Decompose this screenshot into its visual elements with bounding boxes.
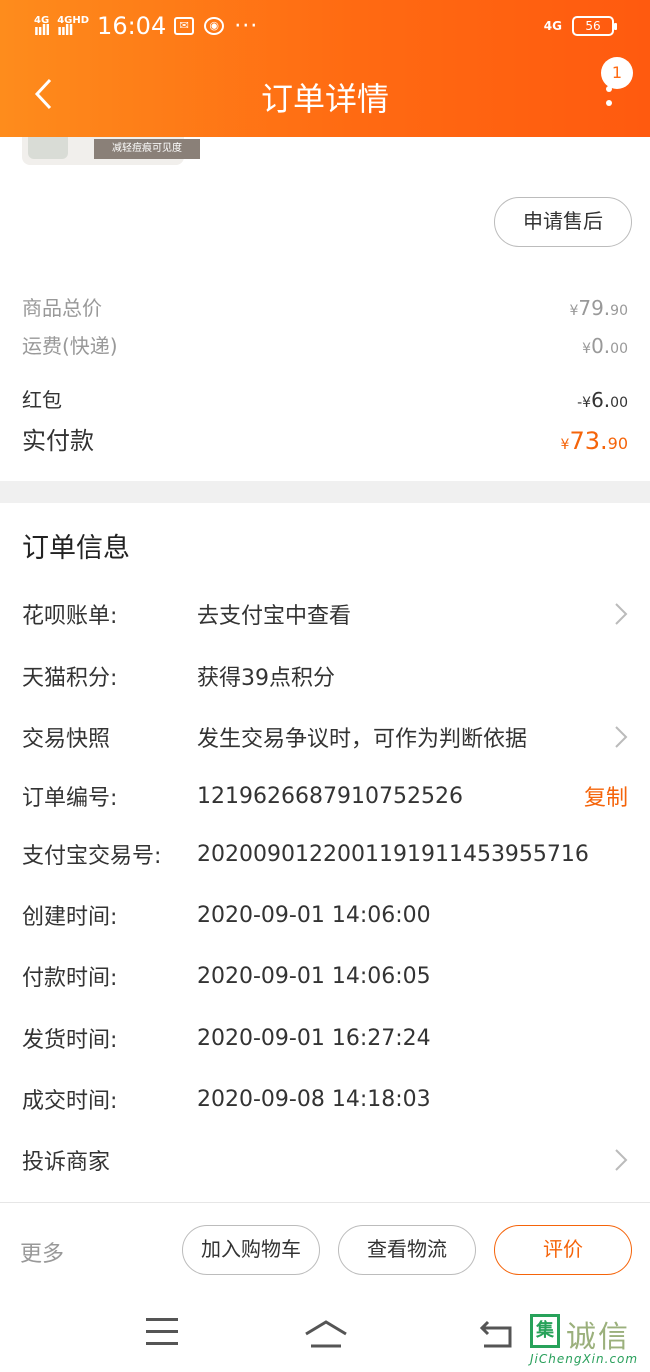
- more-notifications-icon: ···: [234, 13, 259, 39]
- return-icon[interactable]: [478, 1318, 514, 1350]
- menu-icon[interactable]: [146, 1318, 180, 1348]
- deal-time-row: 成交时间: 2020-09-08 14:18:03: [22, 1079, 628, 1119]
- signal-icon: 4G ııll: [34, 15, 50, 39]
- red-packet-value: -¥6.00: [577, 388, 628, 412]
- app-notification-icon: ◉: [204, 17, 225, 35]
- product-thumbnail[interactable]: 减轻痘痕可见度: [22, 137, 200, 165]
- status-bar: 4G ııll 4GHD ııll 16:04 ✉ ◉ ··· 4G 56: [34, 10, 617, 42]
- message-badge: 1: [601, 57, 633, 89]
- product-image: [28, 137, 68, 159]
- signal-hd-icon: 4GHD ııll: [57, 15, 90, 39]
- shipped-time-row: 发货时间: 2020-09-01 16:27:24: [22, 1018, 628, 1058]
- app-header: 4G ııll 4GHD ııll 16:04 ✉ ◉ ··· 4G 56 订单详情…: [0, 0, 650, 137]
- chevron-right-icon: [614, 1148, 628, 1172]
- add-to-cart-button[interactable]: 加入购物车: [182, 1225, 320, 1275]
- red-packet-label: 红包: [22, 388, 62, 412]
- red-packet-row: 红包 -¥6.00: [22, 384, 628, 413]
- home-icon[interactable]: [303, 1318, 349, 1350]
- trade-snapshot-row[interactable]: 交易快照 发生交易争议时，可作为判断依据: [22, 717, 628, 757]
- product-tag: 减轻痘痕可见度: [94, 139, 200, 159]
- shipping-value: ¥0.00: [582, 334, 628, 358]
- row-key: 订单编号:: [22, 786, 118, 811]
- shipping-row: 运费(快递) ¥0.00: [22, 330, 628, 359]
- paid-value: ¥73.90: [560, 427, 628, 455]
- paid-label: 实付款: [22, 427, 94, 455]
- mail-icon: ✉: [174, 17, 195, 35]
- row-key: 支付宝交易号:: [22, 844, 162, 869]
- order-info-title: 订单信息: [22, 533, 130, 564]
- alipay-trade-no-row: 支付宝交易号: 2020090122001191911453955716: [22, 834, 628, 874]
- more-button[interactable]: 更多: [20, 1236, 64, 1268]
- goods-total-row: 商品总价 ¥79.90: [22, 292, 628, 321]
- evaluate-button[interactable]: 评价: [494, 1225, 632, 1275]
- row-key: 天猫积分:: [22, 666, 118, 691]
- goods-total-label: 商品总价: [22, 296, 102, 320]
- chevron-right-icon: [614, 602, 628, 626]
- created-time-row: 创建时间: 2020-09-01 14:06:00: [22, 895, 628, 935]
- row-key: 创建时间:: [22, 905, 118, 930]
- view-logistics-button[interactable]: 查看物流: [338, 1225, 476, 1275]
- row-value: 2020-09-01 14:06:00: [197, 902, 431, 928]
- status-time: 16:04: [97, 12, 167, 40]
- row-value: 2020-09-01 16:27:24: [197, 1025, 431, 1051]
- row-value: 2020-09-01 14:06:05: [197, 963, 431, 989]
- section-separator: [0, 481, 650, 503]
- order-number-value: 1219626687910752526: [197, 783, 463, 809]
- page-title: 订单详情: [260, 80, 389, 118]
- row-key: 付款时间:: [22, 966, 118, 991]
- copy-button[interactable]: 复制: [584, 780, 628, 812]
- tmall-points-row: 天猫积分: 获得39点积分: [22, 656, 628, 696]
- paid-amount-row: 实付款 ¥73.90: [22, 421, 628, 456]
- complain-seller-row[interactable]: 投诉商家: [22, 1140, 628, 1180]
- row-key: 发货时间:: [22, 1028, 118, 1053]
- row-key: 花呗账单:: [22, 604, 118, 629]
- row-value: 去支付宝中查看: [197, 604, 352, 629]
- bottom-divider: [0, 1202, 650, 1203]
- shipping-label: 运费(快递): [22, 334, 118, 358]
- network-4g-icon: 4G: [543, 19, 562, 33]
- watermark-logo: 集 诚信 JiChengXin.com: [530, 1306, 640, 1366]
- row-key: 投诉商家: [22, 1150, 111, 1175]
- paid-time-row: 付款时间: 2020-09-01 14:06:05: [22, 956, 628, 996]
- apply-after-sale-button[interactable]: 申请售后: [494, 197, 632, 247]
- order-number-row: 订单编号: 1219626687910752526 复制: [22, 776, 628, 816]
- huabei-bill-row[interactable]: 花呗账单: 去支付宝中查看: [22, 594, 628, 634]
- row-value: 2020-09-08 14:18:03: [197, 1086, 431, 1112]
- battery-icon: 56: [572, 16, 617, 36]
- row-value: 发生交易争议时，可作为判断依据: [197, 727, 528, 752]
- row-value: 获得39点积分: [197, 666, 335, 691]
- row-key: 交易快照: [22, 727, 111, 752]
- goods-total-value: ¥79.90: [569, 296, 628, 320]
- chevron-right-icon: [614, 725, 628, 749]
- row-value: 2020090122001191911453955716: [197, 841, 589, 867]
- row-key: 成交时间:: [22, 1089, 118, 1114]
- more-menu-button[interactable]: [606, 86, 614, 110]
